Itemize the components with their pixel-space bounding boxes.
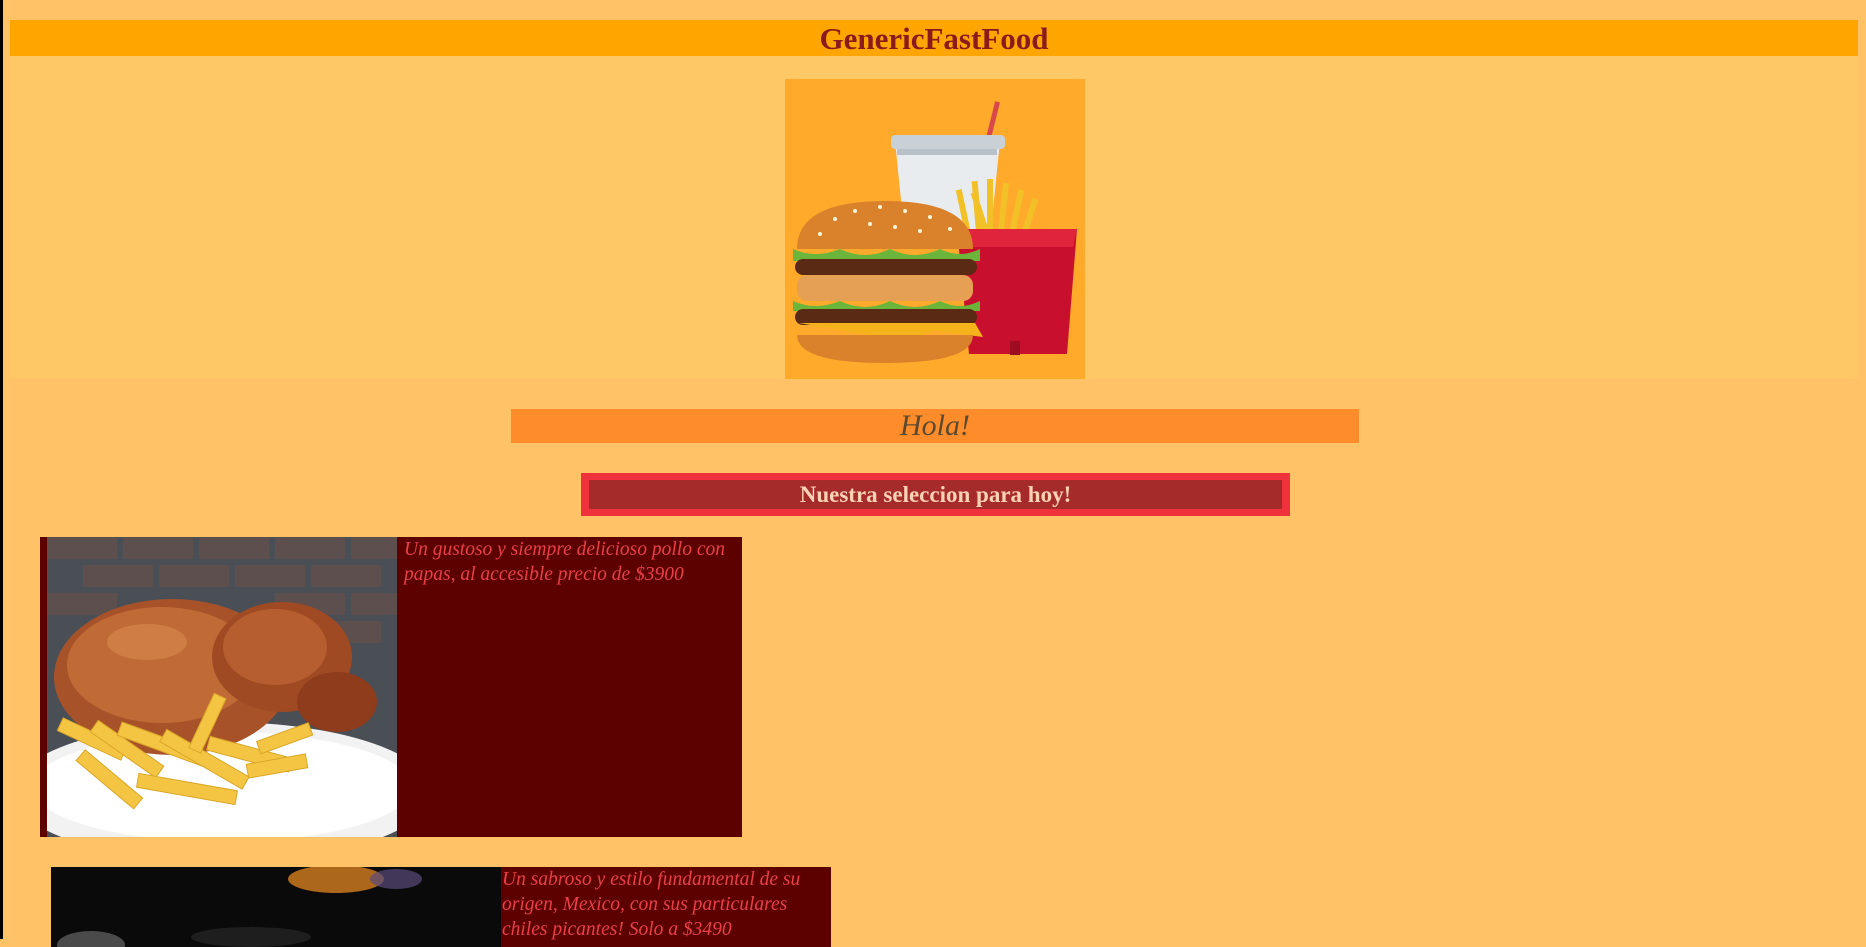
mexican-dish-illustration bbox=[51, 867, 501, 947]
menu-item-card: Un gustoso y siempre delicioso pollo con… bbox=[40, 537, 742, 837]
mexican-dish-photo bbox=[51, 867, 501, 947]
page-left-border bbox=[0, 0, 3, 939]
roast-chicken-fries-photo bbox=[40, 537, 432, 837]
chicken-photo-illustration bbox=[40, 537, 432, 837]
menu-item-description: Un gustoso y siempre delicioso pollo con… bbox=[404, 539, 725, 585]
burger-combo-illustration bbox=[785, 79, 1085, 379]
todays-selection-banner: Nuestra seleccion para hoy! bbox=[581, 473, 1290, 516]
menu-item-description: Un sabroso y estilo fundamental de su or… bbox=[502, 869, 801, 940]
greeting-bar: Hola! bbox=[511, 409, 1359, 443]
site-title: GenericFastFood bbox=[819, 21, 1049, 56]
todays-selection-heading: Nuestra seleccion para hoy! bbox=[589, 480, 1282, 509]
greeting-text: Hola! bbox=[900, 409, 970, 442]
burger-combo-icon bbox=[785, 79, 1085, 379]
menu-item-card: Un sabroso y estilo fundamental de su or… bbox=[51, 867, 831, 947]
site-header: GenericFastFood bbox=[10, 20, 1858, 56]
